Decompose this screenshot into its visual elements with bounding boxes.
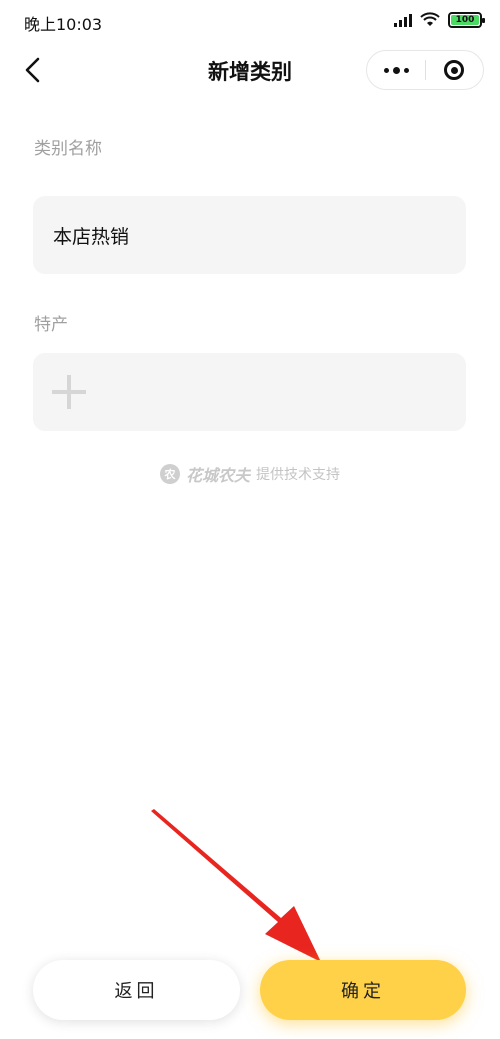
battery-icon: 100 <box>448 12 485 28</box>
category-name-input[interactable] <box>33 196 466 274</box>
status-time: 晚上10:03 <box>24 15 103 34</box>
specialty-label: 特产 <box>34 315 68 335</box>
miniprogram-capsule <box>366 50 484 90</box>
close-miniprogram-button[interactable] <box>426 51 483 89</box>
signal-icon <box>394 13 412 27</box>
category-name-field[interactable] <box>33 196 466 274</box>
status-bar: 晚上10:03 100 <box>0 0 500 44</box>
more-button[interactable] <box>367 51 425 89</box>
wifi-icon <box>420 12 440 26</box>
brand-name: 花城农夫 <box>185 466 250 485</box>
status-icons: 100 <box>394 12 485 28</box>
powered-by-text: 提供技术支持 <box>256 467 340 483</box>
brand-logo-icon: 农 <box>159 464 180 484</box>
battery-level: 100 <box>451 15 479 25</box>
category-name-label: 类别名称 <box>34 139 102 159</box>
return-button[interactable]: 返回 <box>33 960 240 1020</box>
plus-icon[interactable] <box>52 375 86 409</box>
confirm-button[interactable]: 确定 <box>260 960 466 1020</box>
powered-by: 农 花城农夫 提供技术支持 <box>0 462 500 486</box>
back-arrow-button[interactable] <box>20 54 50 86</box>
nav-bar: 新增类别 <box>0 44 500 96</box>
more-dots-icon <box>383 67 389 73</box>
chevron-left-icon <box>25 57 40 83</box>
specialty-field[interactable] <box>33 353 466 431</box>
target-circle-icon <box>444 60 465 80</box>
